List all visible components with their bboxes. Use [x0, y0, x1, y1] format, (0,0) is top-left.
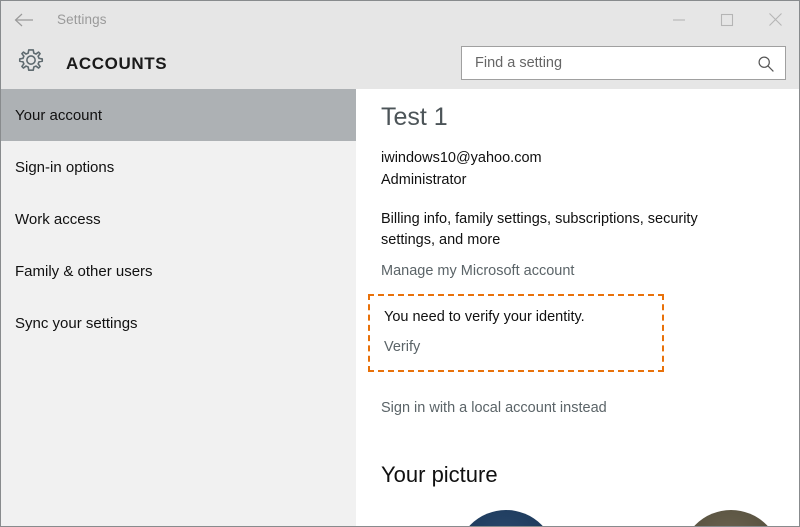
sidebar-item-label: Work access: [15, 210, 101, 228]
billing-description: Billing info, family settings, subscript…: [381, 211, 698, 249]
maximize-icon: [720, 13, 734, 27]
close-icon: [768, 12, 783, 27]
your-picture-heading: Your picture: [381, 462, 498, 487]
profile-photo-olive[interactable]: [681, 510, 781, 526]
search-box[interactable]: [461, 46, 786, 80]
sidebar-navigation: Your account Sign-in options Work access…: [1, 89, 356, 526]
search-input[interactable]: [473, 47, 747, 79]
sidebar-item-family-other-users[interactable]: Family & other users: [1, 245, 356, 297]
close-button[interactable]: [751, 1, 799, 38]
verify-identity-highlight: You need to verify your identity. Verify: [368, 294, 664, 372]
gear-icon: [16, 46, 46, 81]
app-title: Settings: [57, 12, 107, 27]
account-name: Test 1: [381, 103, 448, 131]
body-area: Your account Sign-in options Work access…: [1, 89, 799, 526]
local-account-link[interactable]: Sign in with a local account instead: [381, 400, 607, 416]
minimize-icon: [672, 14, 686, 26]
profile-photo-navy[interactable]: [456, 510, 556, 526]
verify-link[interactable]: Verify: [384, 339, 420, 355]
manage-microsoft-account-link[interactable]: Manage my Microsoft account: [381, 263, 574, 279]
content-panel: Test 1 iwindows10@yahoo.com Administrato…: [356, 89, 799, 526]
title-bar: Settings: [1, 1, 799, 38]
sidebar-item-work-access[interactable]: Work access: [1, 193, 356, 245]
account-email: iwindows10@yahoo.com: [381, 150, 542, 166]
sidebar-item-label: Your account: [15, 106, 103, 124]
page-header: ACCOUNTS: [1, 38, 799, 89]
maximize-button[interactable]: [703, 1, 751, 38]
settings-window: Settings ACCOUNTS Find a setting Your ac…: [0, 0, 800, 527]
sidebar-item-sync-your-settings[interactable]: Sync your settings: [1, 297, 356, 349]
search-icon[interactable]: [757, 55, 775, 78]
verify-identity-message: You need to verify your identity.: [384, 309, 585, 325]
sidebar-item-label: Sync your settings: [15, 314, 138, 332]
account-role: Administrator: [381, 172, 467, 188]
sidebar-item-label: Family & other users: [15, 262, 153, 280]
sidebar-item-your-account[interactable]: Your account: [1, 89, 356, 141]
back-arrow-icon: [13, 12, 35, 28]
back-button[interactable]: [1, 1, 47, 38]
window-controls: [655, 1, 799, 38]
gear-icon-wrapper: [1, 46, 61, 81]
minimize-button[interactable]: [655, 1, 703, 38]
page-title: ACCOUNTS: [66, 53, 168, 73]
sidebar-item-label: Sign-in options: [15, 158, 115, 176]
sidebar-item-sign-in-options[interactable]: Sign-in options: [1, 141, 356, 193]
